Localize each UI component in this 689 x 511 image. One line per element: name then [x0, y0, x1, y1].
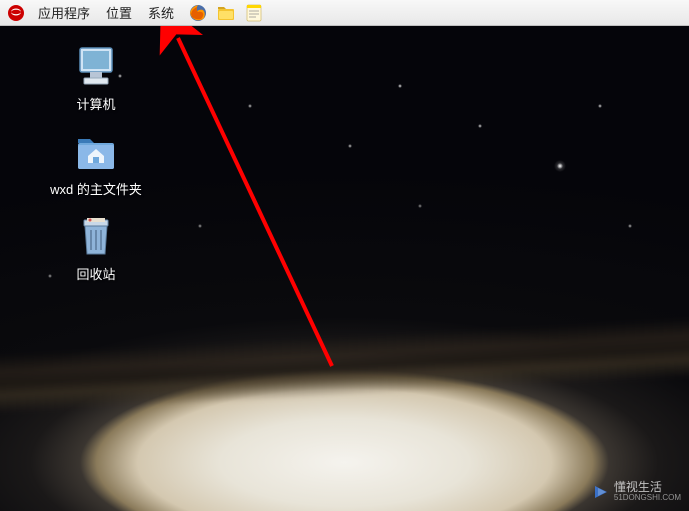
desktop-icon-trash-label: 回收站: [76, 264, 115, 283]
watermark-logo-icon: [592, 483, 610, 501]
menu-system-label: 系统: [148, 3, 174, 22]
top-panel: 应用程序 位置 系统: [0, 0, 689, 26]
menu-applications-label: 应用程序: [38, 3, 90, 22]
text-editor-launcher[interactable]: [242, 1, 266, 25]
watermark: 懂视生活 51DONGSHI.COM: [592, 481, 681, 503]
folder-icon: [216, 3, 236, 23]
computer-icon: [72, 42, 120, 90]
watermark-url: 51DONGSHI.COM: [614, 494, 681, 503]
menu-places[interactable]: 位置: [98, 0, 140, 25]
desktop-icon-computer[interactable]: 计算机: [36, 38, 156, 117]
distro-logo-icon: [6, 3, 26, 23]
desktop-icons-container: 计算机 wxd 的主文件夹: [36, 38, 156, 287]
trash-icon: [72, 212, 120, 260]
menu-places-label: 位置: [106, 3, 132, 22]
menu-applications[interactable]: 应用程序: [30, 0, 98, 25]
home-folder-icon: [72, 127, 120, 175]
notepad-icon: [244, 3, 264, 23]
firefox-launcher[interactable]: [186, 1, 210, 25]
firefox-icon: [188, 3, 208, 23]
menu-system[interactable]: 系统: [140, 0, 182, 25]
desktop-icon-computer-label: 计算机: [76, 94, 115, 113]
file-manager-launcher[interactable]: [214, 1, 238, 25]
desktop-icon-home[interactable]: wxd 的主文件夹: [36, 123, 156, 202]
desktop-icon-home-label: wxd 的主文件夹: [50, 179, 142, 198]
desktop-background[interactable]: 计算机 wxd 的主文件夹: [0, 26, 689, 511]
desktop-icon-trash[interactable]: 回收站: [36, 208, 156, 287]
